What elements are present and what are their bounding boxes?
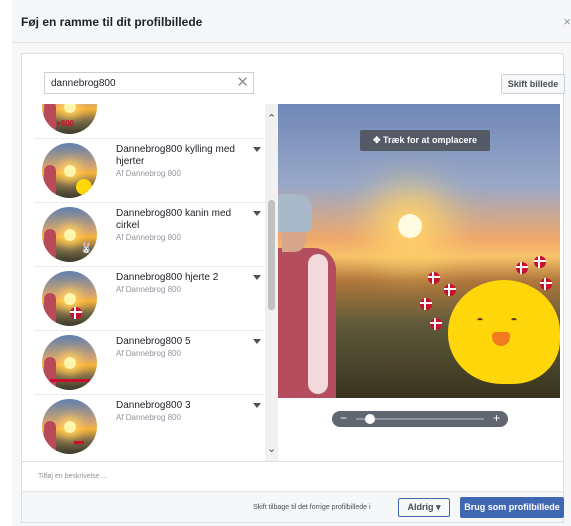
- list-item[interactable]: 🐰 Dannebrog800 kanin med cirkel Af Danne…: [34, 202, 277, 266]
- frame-title: Dannebrog800 5: [116, 336, 191, 347]
- frame-title: Dannebrog800 kanin med cirkel: [116, 208, 232, 231]
- frame-list[interactable]: ♥800 Dannebrog800 kylling med hjerter Af…: [34, 104, 278, 461]
- zoom-track[interactable]: [356, 418, 484, 420]
- swap-image-button[interactable]: Skift billede: [501, 74, 565, 94]
- revert-duration-select[interactable]: Aldrig ▾: [398, 498, 450, 517]
- flag-heart-icon: [534, 256, 546, 268]
- scroll-thumb[interactable]: [268, 200, 275, 310]
- frame-dialog: Føj en ramme til dit profilbillede × dan…: [12, 0, 571, 526]
- list-item[interactable]: Dannebrog800 3 Af Dannebrog 800: [34, 394, 277, 458]
- scroll-down-icon[interactable]: ⌄: [267, 442, 276, 455]
- description-placeholder[interactable]: Tilføj en beskrivelse ...: [38, 473, 107, 480]
- description-input[interactable]: Tilføj en beskrivelse ...: [22, 461, 563, 491]
- list-item[interactable]: Dannebrog800 5 Af Dannebrog 800: [34, 330, 277, 394]
- frame-title: Dannebrog800 kylling med hjerter: [116, 144, 235, 167]
- list-item[interactable]: Dannebrog800 kylling med hjerter Af Dann…: [34, 138, 277, 202]
- flag-heart-icon: [428, 272, 440, 284]
- flag-heart-icon: [420, 298, 432, 310]
- use-as-profile-button[interactable]: Brug som profilbillede: [460, 497, 564, 518]
- profile-preview[interactable]: ✥ Træk for at omplacere: [278, 104, 560, 398]
- search-input[interactable]: dannebrog800 ✕: [44, 72, 254, 94]
- chick-sticker: [448, 280, 560, 384]
- frame-thumbnail: [42, 399, 97, 454]
- frame-author: Af Dannebrog 800: [116, 285, 181, 294]
- frame-title: Dannebrog800 3: [116, 400, 191, 411]
- clear-search-icon[interactable]: ✕: [236, 75, 249, 91]
- dialog-title: Føj en ramme til dit profilbillede: [21, 15, 203, 29]
- flag-heart-icon: [516, 262, 528, 274]
- reposition-button[interactable]: ✥ Træk for at omplacere: [360, 130, 490, 151]
- frame-author: Af Dannebrog 800: [116, 233, 181, 242]
- frame-panel: dannebrog800 ✕ Skift billede ♥800 Danneb…: [21, 53, 565, 523]
- list-scrollbar[interactable]: ⌃ ⌄: [265, 104, 278, 461]
- zoom-in-icon[interactable]: +: [493, 411, 500, 426]
- list-item[interactable]: ♥800: [34, 104, 277, 138]
- flag-heart-icon: [430, 318, 442, 330]
- frame-author: Af Dannebrog 800: [116, 413, 181, 422]
- dialog-body: dannebrog800 ✕ Skift billede ♥800 Danneb…: [12, 43, 571, 526]
- chevron-down-icon[interactable]: [253, 147, 261, 152]
- list-item[interactable]: Dannebrog800 hjerte 2 Af Dannebrog 800: [34, 266, 277, 330]
- scroll-up-icon[interactable]: ⌃: [267, 112, 276, 125]
- frame-author: Af Dannebrog 800: [116, 169, 181, 178]
- chevron-down-icon[interactable]: [253, 211, 261, 216]
- flag-heart-icon: [540, 278, 552, 290]
- zoom-handle[interactable]: [365, 414, 376, 424]
- frame-thumbnail: ♥800: [42, 104, 97, 134]
- frame-author: Af Dannebrog 800: [116, 349, 181, 358]
- frame-thumbnail: [42, 335, 97, 390]
- search-value[interactable]: dannebrog800: [51, 78, 116, 89]
- frame-thumbnail: [42, 271, 97, 326]
- zoom-slider[interactable]: − +: [332, 411, 508, 427]
- chevron-down-icon[interactable]: [253, 275, 261, 280]
- flag-heart-icon: [444, 284, 456, 296]
- close-icon[interactable]: ×: [563, 14, 571, 29]
- zoom-out-icon[interactable]: −: [340, 411, 347, 426]
- person-photo: [278, 194, 358, 398]
- chevron-down-icon[interactable]: [253, 339, 261, 344]
- frame-thumbnail: [42, 143, 97, 198]
- frame-thumbnail: 🐰: [42, 207, 97, 262]
- frame-title: Dannebrog800 hjerte 2: [116, 272, 219, 283]
- dialog-header: Føj en ramme til dit profilbillede ×: [12, 0, 571, 43]
- dialog-footer: Skift tilbage til det forrige profilbill…: [22, 491, 564, 522]
- chevron-down-icon[interactable]: [253, 403, 261, 408]
- revert-text: Skift tilbage til det forrige profilbill…: [253, 504, 371, 511]
